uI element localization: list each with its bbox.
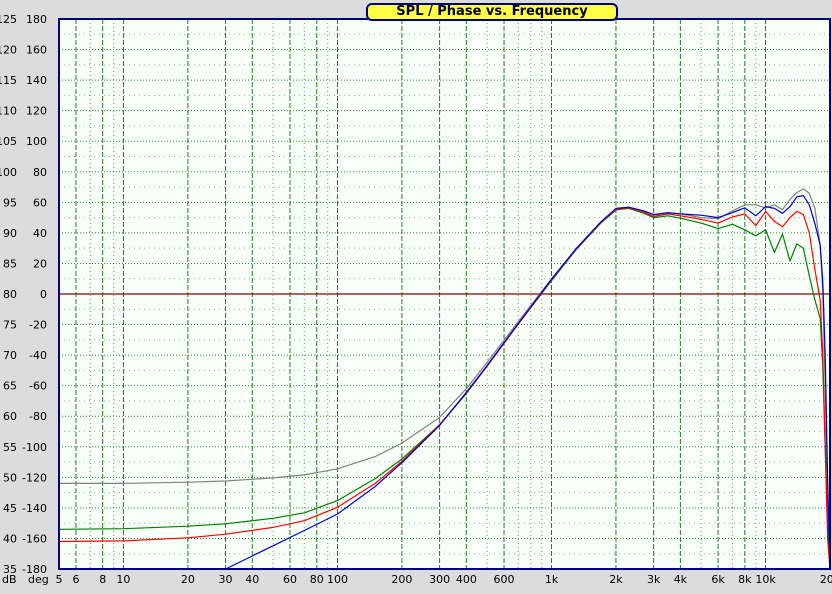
phase-tick-label: -120: [22, 471, 47, 484]
x-tick-label: 300: [429, 573, 450, 586]
spl-tick-label: 95: [3, 196, 17, 209]
phase-tick-label: 60: [33, 196, 47, 209]
x-tick-label: 4k: [674, 573, 688, 586]
spl-tick-label: 90: [3, 227, 17, 240]
phase-tick-label: -160: [22, 532, 47, 545]
x-tick-label: 600: [494, 573, 515, 586]
phase-tick-label: 100: [26, 135, 47, 148]
x-tick-label: 8: [99, 573, 106, 586]
x-tick-label: 10k: [755, 573, 776, 586]
spl-tick-label: 40: [3, 532, 17, 545]
x-tick-label: 30: [219, 573, 233, 586]
spl-tick-label: 70: [3, 349, 17, 362]
x-tick-label: 8k: [738, 573, 752, 586]
x-tick-label: 6: [72, 573, 79, 586]
spl-tick-label: 55: [3, 441, 17, 454]
phase-tick-label: 140: [26, 74, 47, 87]
x-tick-label: 40: [245, 573, 259, 586]
spl-tick-label: 115: [0, 74, 17, 87]
x-tick-label: 60: [283, 573, 297, 586]
x-tick-label: 20: [181, 573, 195, 586]
chart-svg: 1251201151101051009590858075706560555045…: [0, 13, 832, 586]
spl-tick-label: 85: [3, 257, 17, 270]
spl-tick-label: 75: [3, 319, 17, 332]
phase-tick-label: -20: [29, 319, 47, 332]
x-tick-label: 5: [56, 573, 63, 586]
phase-tick-label: 40: [33, 227, 47, 240]
spl-tick-label: 120: [0, 44, 17, 57]
spl-phase-chart: 1251201151101051009590858075706560555045…: [0, 0, 832, 590]
spl-tick-label: 65: [3, 380, 17, 393]
phase-tick-label: 0: [40, 288, 47, 301]
spl-tick-label: 80: [3, 288, 17, 301]
x-tick-label: 100: [327, 573, 348, 586]
phase-tick-label: 160: [26, 44, 47, 57]
phase-tick-label: -80: [29, 410, 47, 423]
spl-tick-label: 110: [0, 105, 17, 118]
phase-tick-label: -140: [22, 502, 47, 515]
x-tick-label: 10: [116, 573, 130, 586]
phase-tick-label: 20: [33, 257, 47, 270]
spl-tick-label: 45: [3, 502, 17, 515]
x-tick-label: 2k: [609, 573, 623, 586]
spl-unit-label: dB: [2, 573, 17, 586]
spl-tick-label: 100: [0, 166, 17, 179]
spl-tick-label: 105: [0, 135, 17, 148]
x-tick-label: 1k: [545, 573, 559, 586]
spl-tick-label: 50: [3, 471, 17, 484]
x-tick-label: 20k: [820, 573, 832, 586]
spl-tick-label: 125: [0, 13, 17, 26]
phase-tick-label: -60: [29, 380, 47, 393]
x-tick-label: 400: [456, 573, 477, 586]
phase-tick-label: -40: [29, 349, 47, 362]
spl-tick-label: 60: [3, 410, 17, 423]
x-tick-label: 200: [391, 573, 412, 586]
phase-tick-label: 180: [26, 13, 47, 26]
phase-unit-label: deg: [28, 573, 49, 586]
phase-tick-label: 120: [26, 105, 47, 118]
x-tick-label: 3k: [647, 573, 661, 586]
phase-tick-label: 80: [33, 166, 47, 179]
chart-title: SPL / Phase vs. Frequency: [366, 3, 618, 21]
x-tick-label: 80: [310, 573, 324, 586]
phase-tick-label: -100: [22, 441, 47, 454]
x-tick-label: 6k: [711, 573, 725, 586]
